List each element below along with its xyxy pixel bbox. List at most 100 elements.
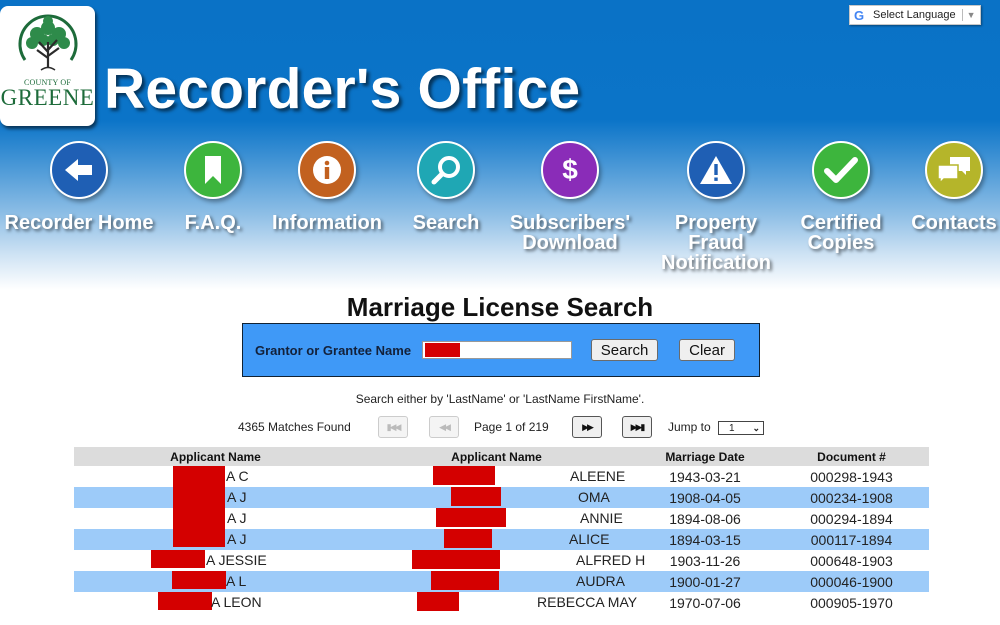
applicant-1-name: A C	[226, 468, 249, 484]
table-row[interactable]: A J ANNIE 1894-08-06 000294-1894	[74, 508, 929, 529]
redaction-block	[173, 508, 225, 529]
nav-certified-copies[interactable]: Certified Copies	[795, 141, 887, 253]
name-field-label: Grantor or Grantee Name	[255, 342, 412, 358]
nav-label: Recorder Home	[4, 212, 154, 234]
nav-label: Information	[272, 212, 382, 234]
applicant-2-name: ALFRED H	[576, 552, 646, 568]
applicant-2-cell: ALFRED H	[357, 550, 645, 571]
document-number-cell[interactable]: 000294-1894	[774, 508, 929, 529]
applicant-2-cell: REBECCA MAY	[357, 592, 638, 613]
arrow-left-icon	[50, 141, 108, 199]
county-logo[interactable]: COUNTY OF GREENE	[0, 6, 95, 126]
nav-search[interactable]: Search	[405, 141, 487, 233]
applicant-1-cell: A C	[74, 466, 357, 487]
nav-recorder-home[interactable]: Recorder Home	[3, 141, 155, 233]
prev-page-button[interactable]: ◀◀	[429, 416, 459, 438]
applicant-2-name: AUDRA	[576, 573, 626, 589]
header-marriage-date[interactable]: Marriage Date	[636, 447, 774, 466]
redaction-block	[417, 592, 459, 611]
document-number-cell[interactable]: 000648-1903	[774, 550, 929, 571]
redaction-block	[451, 487, 501, 506]
nav-label: Contacts	[911, 212, 997, 234]
applicant-2-name: OMA	[578, 489, 610, 505]
applicant-1-cell: A J	[74, 529, 357, 550]
search-button[interactable]: Search	[591, 339, 659, 361]
redaction-block	[173, 487, 225, 508]
redaction-block	[172, 571, 226, 589]
applicant-2-cell: AUDRA	[357, 571, 636, 592]
checkmark-icon	[812, 141, 870, 199]
chat-bubbles-icon	[925, 141, 983, 199]
first-page-button[interactable]: ▮◀◀	[378, 416, 408, 438]
applicant-2-cell: OMA	[357, 487, 636, 508]
document-number-cell[interactable]: 000905-1970	[774, 592, 929, 613]
jump-to-label: Jump to	[668, 420, 711, 434]
language-selector[interactable]: G Select Language ▼	[849, 5, 981, 25]
applicant-1-cell: A J	[74, 508, 357, 529]
applicant-1-cell: A JESSIE	[74, 550, 357, 571]
table-row[interactable]: A C ALEENE 1943-03-21 000298-1943	[74, 466, 929, 487]
logo-greene-text: GREENE	[0, 85, 95, 110]
nav-contacts[interactable]: Contacts	[908, 141, 1000, 233]
jump-to-select[interactable]: 1 ⌄	[718, 421, 764, 435]
nav-information[interactable]: Information	[270, 141, 384, 233]
warning-icon	[687, 141, 745, 199]
marriage-date-cell: 1970-07-06	[669, 594, 741, 611]
marriage-date-cell: 1900-01-27	[636, 571, 774, 592]
applicant-1-name: A J	[227, 510, 247, 526]
nav-property-fraud-notification[interactable]: Property Fraud Notification	[655, 141, 777, 273]
prev-page-icon: ◀◀	[439, 421, 451, 432]
redaction-block	[444, 529, 492, 548]
search-form: Grantor or Grantee Name Search Clear	[242, 323, 760, 377]
applicant-1-name: A J	[227, 531, 247, 547]
last-page-button[interactable]: ▶▶▮	[622, 416, 652, 438]
redaction-block	[412, 550, 500, 569]
marriage-date-cell: 1903-11-26	[669, 552, 741, 569]
table-row[interactable]: A L AUDRA 1900-01-27 000046-1900	[74, 571, 929, 592]
clear-button[interactable]: Clear	[679, 339, 736, 361]
redacted-value	[425, 343, 461, 357]
applicant-2-cell: ANNIE	[357, 508, 636, 529]
document-number-cell[interactable]: 000234-1908	[774, 487, 929, 508]
table-row[interactable]: A J OMA 1908-04-05 000234-1908	[74, 487, 929, 508]
nav-label: F.A.Q.	[184, 212, 242, 234]
nav-label: Subscribers' Download	[509, 212, 631, 254]
google-g-icon: G	[854, 7, 865, 23]
applicant-1-cell: A J	[74, 487, 357, 508]
header-applicant-name-1[interactable]: Applicant Name	[74, 447, 357, 466]
name-search-input[interactable]	[422, 341, 573, 359]
table-row[interactable]: A JESSIE ALFRED H 1903-11-26 000648-1903	[74, 550, 929, 571]
header-document-number[interactable]: Document #	[774, 447, 929, 466]
next-page-button[interactable]: ▶▶	[572, 416, 602, 438]
header-applicant-name-2[interactable]: Applicant Name	[357, 447, 636, 466]
applicant-2-name: ALEENE	[570, 468, 626, 484]
dropdown-arrow-icon: ▼	[966, 10, 976, 20]
applicant-1-name: A LEON	[211, 594, 262, 610]
nav-subscribers-download[interactable]: $ Subscribers' Download	[505, 141, 635, 253]
document-number-cell[interactable]: 000117-1894	[774, 529, 929, 550]
nav-label: Certified Copies	[800, 212, 882, 254]
marriage-date-cell: 1894-08-06	[669, 510, 741, 527]
redaction-block	[436, 508, 506, 527]
bookmark-icon	[184, 141, 242, 199]
document-number-cell[interactable]: 000298-1943	[774, 466, 929, 487]
document-number-cell[interactable]: 000046-1900	[774, 571, 929, 592]
match-count: 4365 Matches Found	[238, 420, 351, 434]
table-row[interactable]: A J ALICE 1894-03-15 000117-1894	[74, 529, 929, 550]
applicant-2-name: ANNIE	[580, 510, 623, 526]
site-title: Recorder's Office	[104, 57, 581, 121]
marriage-date-cell: 1943-03-21	[669, 468, 741, 485]
marriage-date-cell: 1908-04-05	[636, 487, 774, 508]
redaction-block	[158, 592, 212, 610]
dollar-icon: $	[541, 141, 599, 199]
applicant-2-name: REBECCA MAY	[537, 594, 638, 610]
last-page-icon: ▶▶▮	[630, 421, 646, 432]
nav-label: Property Fraud Notification	[661, 212, 771, 274]
nav-faq[interactable]: F.A.Q.	[175, 141, 251, 233]
redaction-block	[431, 571, 499, 590]
language-label: Select Language	[873, 9, 956, 21]
applicant-2-cell: ALICE	[357, 529, 636, 550]
table-row[interactable]: A LEON REBECCA MAY 1970-07-06 000905-1970	[74, 592, 929, 613]
nav-label: Search	[412, 212, 480, 234]
page-info: Page 1 of 219	[474, 420, 549, 434]
